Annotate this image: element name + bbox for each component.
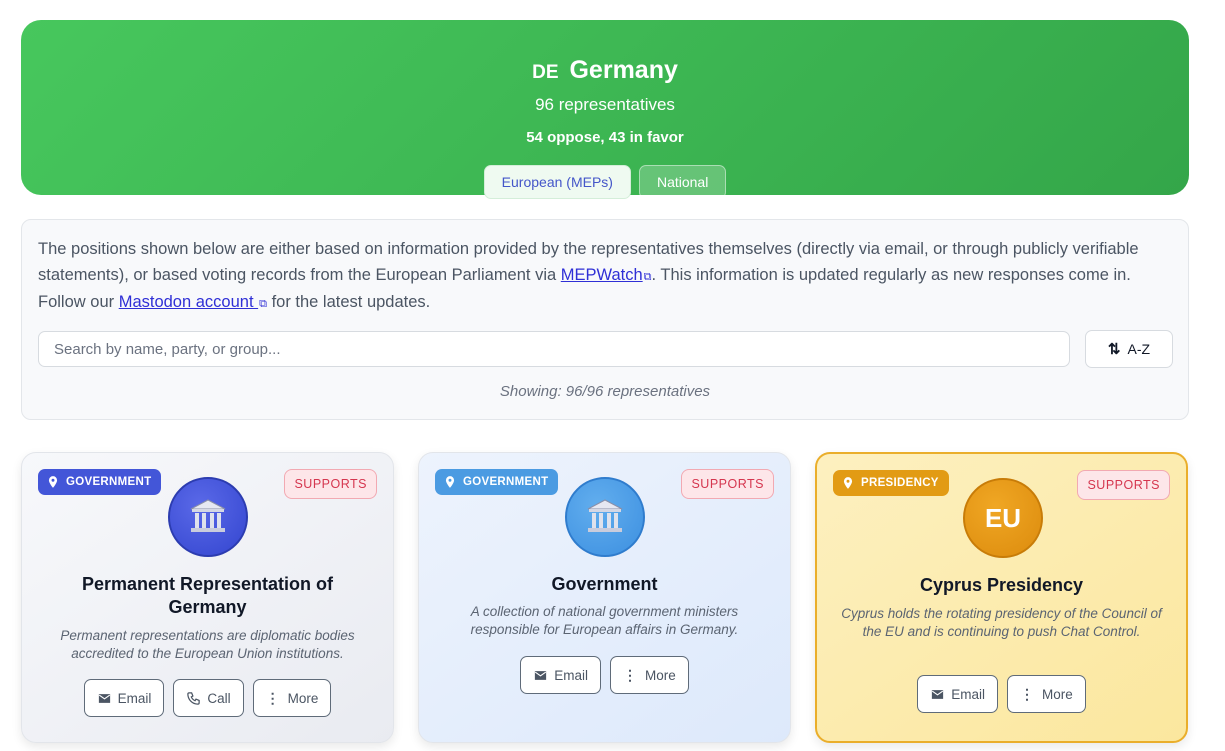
more-vertical-icon: ⋮ xyxy=(265,689,280,706)
email-button[interactable]: Email xyxy=(917,675,998,713)
more-button[interactable]: ⋮ More xyxy=(610,656,689,694)
mail-icon xyxy=(535,670,547,680)
search-input[interactable] xyxy=(38,331,1070,367)
avatar xyxy=(168,477,248,557)
sort-button[interactable]: ⇅ A-Z xyxy=(1085,330,1173,368)
avatar-initials: EU xyxy=(984,502,1022,533)
category-tag: PRESIDENCY xyxy=(833,470,949,496)
map-pin-icon xyxy=(445,476,455,488)
email-label: Email xyxy=(951,686,985,702)
mastodon-link[interactable]: Mastodon account ⧉ xyxy=(119,293,267,311)
country-code: DE xyxy=(532,62,559,83)
stance-badge: SUPPORTS xyxy=(1077,470,1170,500)
info-text-part3: for the latest updates. xyxy=(266,293,431,311)
info-panel: The positions shown below are either bas… xyxy=(21,219,1189,420)
level-toggle: European (MEPs) National xyxy=(21,165,1189,199)
representative-card: PRESIDENCY SUPPORTS EU Cyprus Presidency… xyxy=(815,452,1188,743)
mail-icon xyxy=(98,693,110,703)
representative-card: GOVERNMENT SUPPORTS Government A collect… xyxy=(418,452,791,743)
bank-building-icon xyxy=(587,499,623,532)
email-button[interactable]: Email xyxy=(520,656,601,694)
stance-badge: SUPPORTS xyxy=(681,469,774,499)
info-text: The positions shown below are either bas… xyxy=(38,237,1148,318)
more-label: More xyxy=(645,667,676,683)
more-label: More xyxy=(1042,686,1073,702)
representative-card: GOVERNMENT SUPPORTS Permanent Representa… xyxy=(21,452,394,743)
more-button[interactable]: ⋮ More xyxy=(1007,675,1086,713)
more-button[interactable]: ⋮ More xyxy=(252,679,332,717)
sort-icon: ⇅ xyxy=(1107,341,1121,358)
bank-building-icon xyxy=(190,499,226,532)
more-vertical-icon: ⋮ xyxy=(623,666,637,683)
sort-label: A-Z xyxy=(1127,341,1151,357)
representative-name: Government xyxy=(551,574,658,594)
phone-icon xyxy=(187,691,201,705)
avatar xyxy=(565,477,645,557)
mepwatch-link[interactable]: MEPWatch⧉ xyxy=(561,266,652,284)
mail-icon xyxy=(932,689,944,699)
card-actions: Email Call ⋮ More xyxy=(22,679,393,717)
tab-national[interactable]: National xyxy=(638,165,727,199)
country-name: Germany xyxy=(569,56,678,84)
external-link-icon: ⧉ xyxy=(259,298,267,310)
avatar: EU xyxy=(963,478,1043,558)
representative-description: Cyprus holds the rotating presidency of … xyxy=(841,606,1162,639)
stance-badge: SUPPORTS xyxy=(284,469,377,499)
email-button[interactable]: Email xyxy=(83,679,165,717)
email-label: Email xyxy=(554,667,588,683)
category-tag: GOVERNMENT xyxy=(38,469,162,495)
category-tag-label: PRESIDENCY xyxy=(861,477,939,489)
map-pin-icon xyxy=(48,476,58,488)
card-actions: Email ⋮ More xyxy=(419,656,790,694)
representative-description: Permanent representations are diplomatic… xyxy=(60,628,355,661)
stance-summary: 54 oppose, 43 in favor xyxy=(526,129,684,146)
representative-name: Cyprus Presidency xyxy=(919,575,1084,595)
representative-name: Permanent Representation of Germany xyxy=(81,574,334,617)
category-tag-label: GOVERNMENT xyxy=(463,476,549,488)
country-title: DE Germany xyxy=(21,54,1189,89)
category-tag-label: GOVERNMENT xyxy=(66,476,152,488)
representative-count: 96 representatives xyxy=(535,95,675,114)
map-pin-icon xyxy=(843,477,853,489)
call-button[interactable]: Call xyxy=(173,679,244,717)
external-link-icon: ⧉ xyxy=(643,270,652,283)
more-vertical-icon: ⋮ xyxy=(1020,685,1034,702)
card-actions: Email ⋮ More xyxy=(817,675,1186,713)
results-count: Showing: 96/96 representatives xyxy=(499,383,711,400)
call-label: Call xyxy=(207,690,231,706)
mepwatch-link-label: MEPWatch xyxy=(560,265,643,284)
country-header: DE Germany 96 representatives 54 oppose,… xyxy=(21,20,1189,199)
more-label: More xyxy=(287,690,319,706)
representative-description: A collection of national government mini… xyxy=(470,604,739,637)
tab-european-meps[interactable]: European (MEPs) xyxy=(483,165,631,199)
email-label: Email xyxy=(117,690,152,706)
category-tag: GOVERNMENT xyxy=(435,469,559,495)
mastodon-link-label: Mastodon account xyxy=(118,293,259,311)
